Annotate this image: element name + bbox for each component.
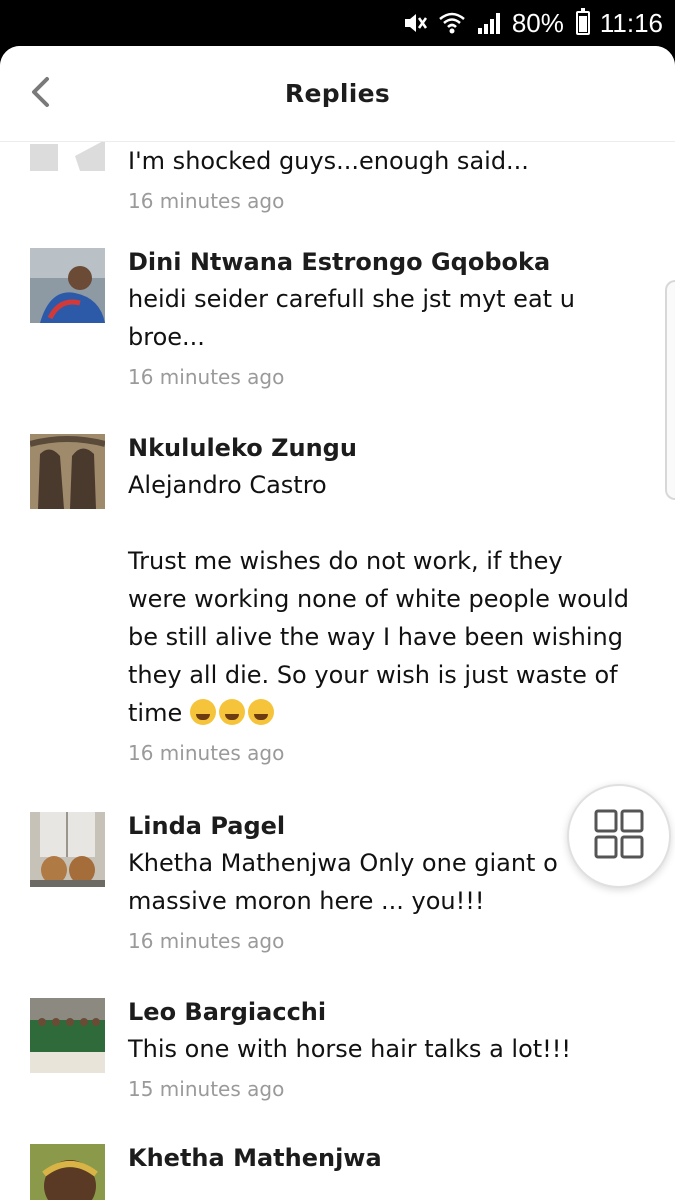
wifi-icon xyxy=(438,11,466,35)
reply-text: Khetha Mathenjwa Only one giant o massiv… xyxy=(128,849,558,915)
avatar[interactable] xyxy=(30,998,105,1073)
battery-icon xyxy=(575,8,590,35)
header: Replies xyxy=(0,46,675,142)
signal-icon xyxy=(476,11,502,35)
avatar[interactable] xyxy=(30,812,105,887)
reply-timestamp: 16 minutes ago xyxy=(128,189,285,213)
reply-author[interactable]: Leo Bargiacchi xyxy=(128,994,645,1030)
emoji-laughing-icon xyxy=(182,699,277,727)
edge-panel-handle[interactable] xyxy=(665,280,675,500)
avatar[interactable] xyxy=(30,1144,105,1200)
reply-author[interactable]: Dini Ntwana Estrongo Gqoboka xyxy=(128,244,645,280)
mute-icon xyxy=(402,11,428,35)
reply-text: This one with horse hair talks a lot!!! xyxy=(128,1035,572,1063)
page-title: Replies xyxy=(284,79,391,108)
reply-timestamp: 16 minutes ago xyxy=(128,929,285,953)
grid-icon xyxy=(593,808,645,864)
reply-author[interactable]: Nkululeko Zungu xyxy=(128,430,645,466)
replies-panel: Replies I'm shocked guys...enough said..… xyxy=(0,46,675,1200)
reply-timestamp: 15 minutes ago xyxy=(128,1077,285,1101)
reply-text: I'm shocked guys...enough said... xyxy=(128,147,529,175)
reply-text: Alejandro Castro Trust me wishes do not … xyxy=(128,471,629,727)
avatar[interactable] xyxy=(30,248,105,323)
reply-timestamp: 16 minutes ago xyxy=(128,365,285,389)
avatar[interactable] xyxy=(30,434,105,509)
replies-list[interactable]: I'm shocked guys...enough said... 16 min… xyxy=(0,142,675,1200)
chevron-left-icon xyxy=(30,76,50,112)
grid-menu-button[interactable] xyxy=(567,784,671,888)
reply-text: heidi seider carefull she jst myt eat u … xyxy=(128,285,575,351)
reply-author[interactable]: Khetha Mathenjwa xyxy=(128,1140,645,1176)
back-button[interactable] xyxy=(24,76,56,112)
avatar[interactable] xyxy=(30,142,105,171)
clock: 11:16 xyxy=(599,7,663,38)
status-bar: 80% 11:16 xyxy=(0,0,675,46)
reply-timestamp: 16 minutes ago xyxy=(128,741,285,765)
battery-percent: 80% xyxy=(511,7,564,38)
